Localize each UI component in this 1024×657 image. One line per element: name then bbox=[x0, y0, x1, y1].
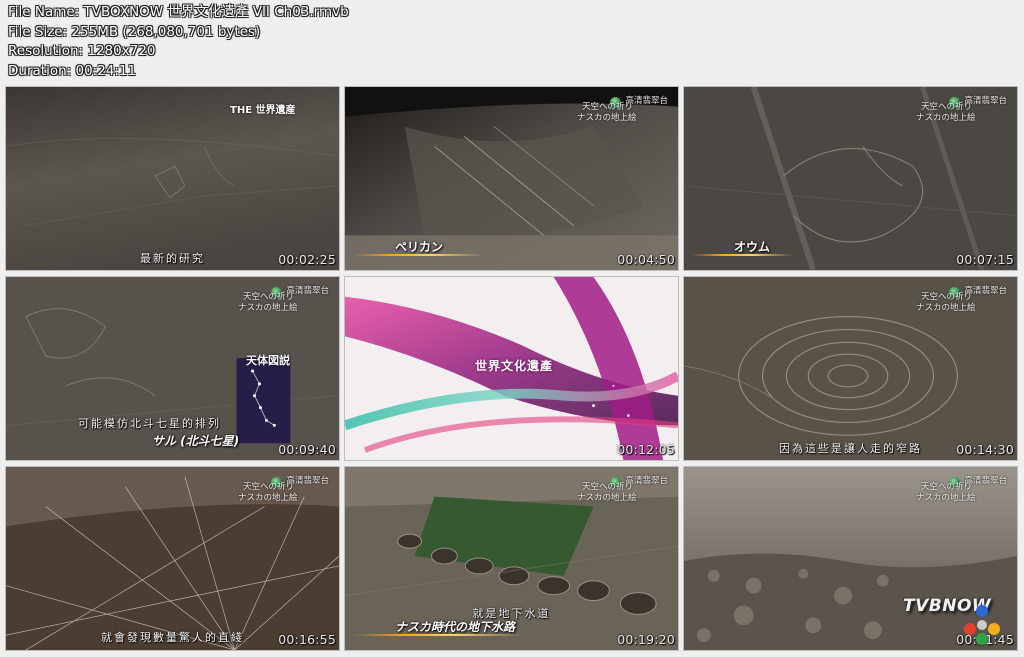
label-underline bbox=[353, 254, 483, 256]
thumbnail-7[interactable]: 高清翡翠台 天空への祈り ナスカの地上絵 就會發現數量驚人的直綫 00:16:5… bbox=[5, 466, 340, 651]
timestamp: 00:16:55 bbox=[278, 632, 336, 647]
program-subtitle: ナスカの地上絵 bbox=[238, 303, 298, 313]
thumbnail-1[interactable]: THE 世界遺産 最新的研究 00:02:25 bbox=[5, 86, 340, 271]
watermark-emblem-icon bbox=[964, 605, 1000, 645]
thumbnail-4[interactable]: 高清翡翠台 天空への祈り ナスカの地上絵 天体図説 可能模仿北斗七星的排列 サル… bbox=[5, 276, 340, 461]
program-subtitle: ナスカの地上絵 bbox=[916, 303, 976, 313]
timestamp: 00:09:40 bbox=[278, 442, 336, 457]
thumbnail-5[interactable]: 世界文化遺產 00:12:05 bbox=[344, 276, 679, 461]
timestamp: 00:14:30 bbox=[956, 442, 1014, 457]
program-subtitle: ナスカの地上絵 bbox=[577, 113, 637, 123]
program-subtitle: ナスカの地上絵 bbox=[916, 493, 976, 503]
timestamp: 00:19:20 bbox=[617, 632, 675, 647]
series-title: 世界文化遺產 bbox=[475, 359, 554, 373]
show-logo: THE 世界遺産 bbox=[230, 105, 296, 116]
thumbnail-2[interactable]: 高清翡翠台 天空への祈り ナスカの地上絵 ペリカン 00:04:50 bbox=[344, 86, 679, 271]
timestamp: 00:04:50 bbox=[617, 252, 675, 267]
program-subtitle: ナスカの地上絵 bbox=[238, 493, 298, 503]
geoglyph-label: ペリカン bbox=[395, 240, 444, 254]
timestamp: 00:02:25 bbox=[278, 252, 336, 267]
timestamp: 00:07:15 bbox=[956, 252, 1014, 267]
label-underline bbox=[353, 634, 523, 636]
thumbnail-3[interactable]: 高清翡翠台 天空への祈り ナスカの地上絵 オウム 00:07:15 bbox=[683, 86, 1018, 271]
timestamp: 00:12:05 bbox=[617, 442, 675, 457]
program-subtitle: ナスカの地上絵 bbox=[577, 493, 637, 503]
thumbnail-8[interactable]: 高清翡翠台 天空への祈り ナスカの地上絵 就是地下水道 ナスカ時代の地下水路 0… bbox=[344, 466, 679, 651]
program-subtitle: ナスカの地上絵 bbox=[916, 113, 976, 123]
subtitle-caption: 可能模仿北斗七星的排列 bbox=[78, 417, 221, 430]
geoglyph-label: オウム bbox=[734, 240, 771, 254]
geoglyph-label: ナスカ時代の地下水路 bbox=[395, 620, 516, 634]
thumbnail-6[interactable]: 高清翡翠台 天空への祈り ナスカの地上絵 因為這些是讓人走的窄路 00:14:3… bbox=[683, 276, 1018, 461]
label-underline bbox=[692, 254, 792, 256]
geoglyph-label: サル (北斗七星) bbox=[152, 434, 240, 448]
thumbnail-grid: THE 世界遺産 最新的研究 00:02:25 高清翡翠台 天空への祈り ナスカ… bbox=[0, 0, 1024, 657]
star-chart-title: 天体図説 bbox=[246, 354, 290, 367]
